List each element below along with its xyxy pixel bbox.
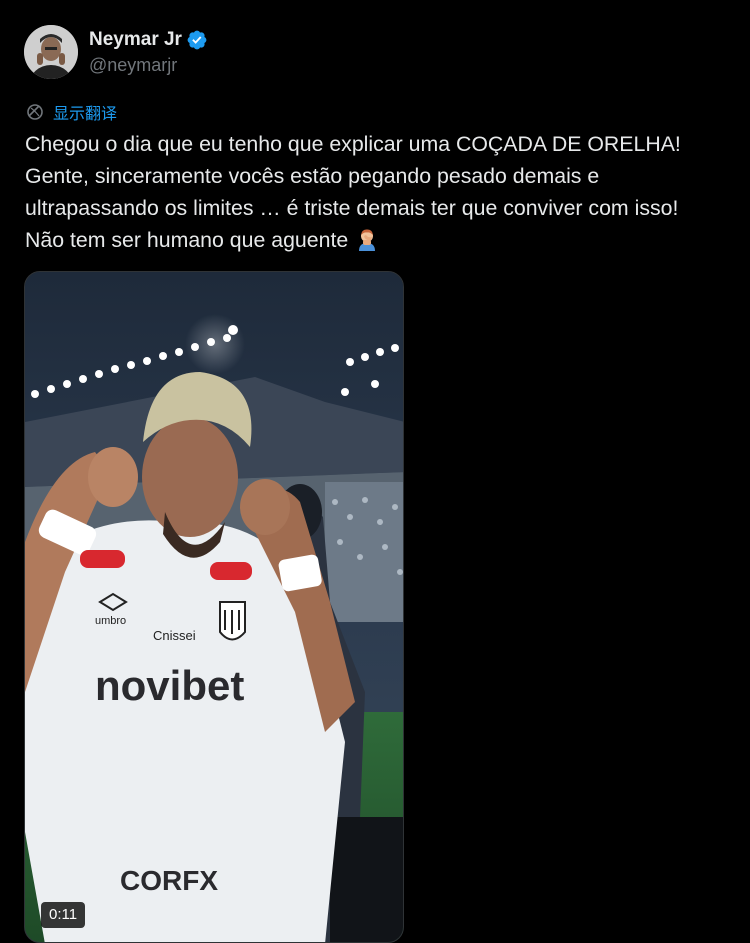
tweet-line: Não tem ser humano que aguente [25,228,349,252]
globe-icon [26,103,44,121]
author-handle[interactable]: @neymarjr [89,55,208,76]
avatar[interactable] [24,25,78,79]
svg-text:CORFX: CORFX [120,865,218,896]
tweet-text: Chegou o dia que eu tenho que explicar u… [25,128,740,256]
tweet-card: Neymar Jr @neymarjr 显示翻译 Chegou o dia qu… [0,0,750,943]
tweet-line: Gente, sinceramente vocês estão pegando … [25,164,600,188]
translate-button[interactable]: 显示翻译 [26,101,117,123]
tweet-line: Chegou o dia que eu tenho que explicar u… [25,132,681,156]
svg-text:novibet: novibet [95,662,244,709]
man-facepalming-emoji [356,227,378,251]
video-duration: 0:11 [41,902,86,928]
video-thumbnail: novibet Cnissei umbro CORFX [25,272,403,942]
tweet-header: Neymar Jr @neymarjr [24,24,208,80]
verified-badge-icon [186,29,208,51]
translate-label: 显示翻译 [53,104,118,123]
name-row: Neymar Jr [89,28,208,52]
tweet-line: ultrapassando os limites … é triste dema… [25,196,679,220]
video-player[interactable]: novibet Cnissei umbro CORFX 0:11 [24,271,404,943]
svg-text:umbro: umbro [95,615,126,627]
author-names: Neymar Jr @neymarjr [89,28,208,76]
svg-text:Cnissei: Cnissei [153,628,196,643]
avatar-image [24,25,78,79]
display-name[interactable]: Neymar Jr [89,29,182,51]
